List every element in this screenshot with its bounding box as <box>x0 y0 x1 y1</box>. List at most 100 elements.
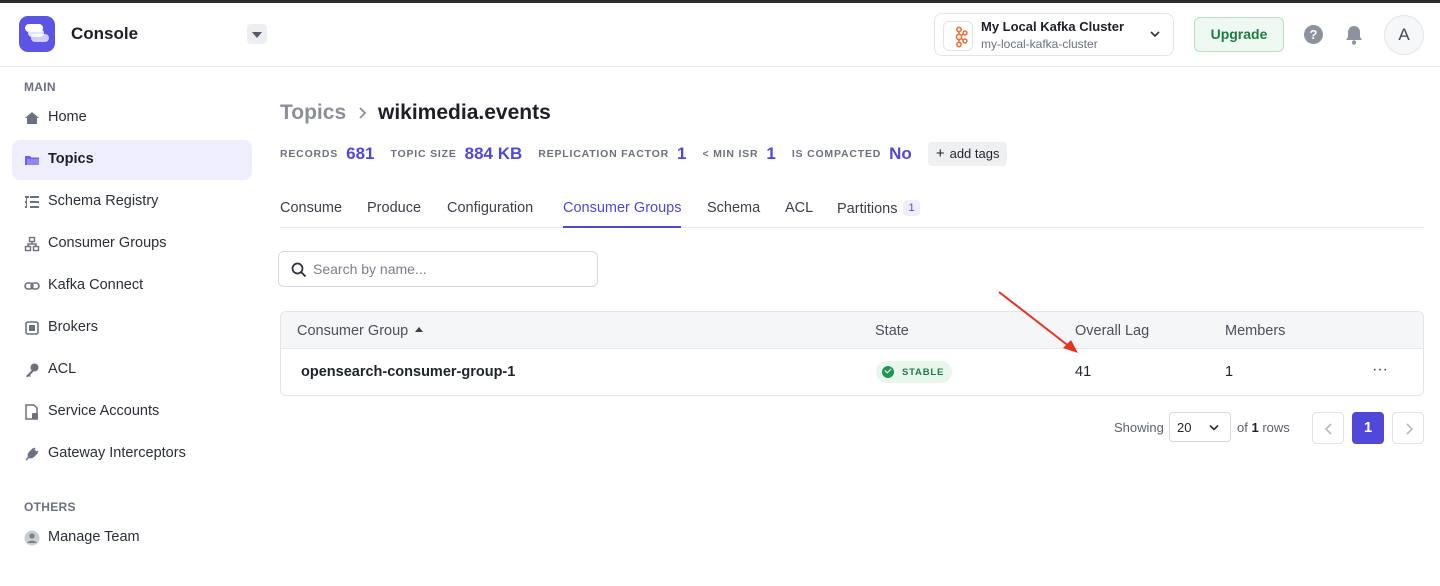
sidebar-section-others: OTHERS <box>24 500 76 514</box>
page-number-current[interactable]: 1 <box>1352 412 1384 444</box>
nav-dropdown-toggle[interactable] <box>247 24 267 44</box>
sidebar-item-label: Service Accounts <box>48 403 160 419</box>
avatar[interactable]: A <box>1384 15 1424 55</box>
stat-replication-label: REPLICATION FACTOR <box>538 148 669 160</box>
app-title: Console <box>71 24 139 43</box>
bell-icon[interactable] <box>1344 24 1364 46</box>
sidebar-item-label: Manage Team <box>48 529 140 545</box>
page-title: wikimedia.events <box>378 101 551 124</box>
cluster-selector[interactable]: My Local Kafka Cluster my-local-kafka-cl… <box>934 13 1174 56</box>
sidebar-item-manage-team[interactable]: Manage Team <box>12 518 252 558</box>
stat-compacted-value: No <box>889 144 912 163</box>
overall-lag-value: 41 <box>1075 364 1092 380</box>
of-label: of <box>1237 420 1248 435</box>
tab-schema[interactable]: Schema <box>707 200 760 228</box>
service-account-icon <box>25 404 38 420</box>
link-icon <box>24 282 40 290</box>
column-header-members[interactable]: Members <box>1225 323 1285 339</box>
stat-replication-value: 1 <box>676 144 687 163</box>
stat-compacted-label: IS COMPACTED <box>791 148 882 160</box>
chevron-down-icon <box>1209 424 1219 431</box>
add-tags-button[interactable]: + add tags <box>927 142 1008 166</box>
broker-icon <box>25 321 39 335</box>
chevron-down-icon <box>1150 31 1160 38</box>
next-page-button[interactable] <box>1392 412 1424 444</box>
console-logo-icon[interactable] <box>19 16 55 52</box>
sidebar-item-label: ACL <box>48 361 77 377</box>
tab-produce[interactable]: Produce <box>367 200 421 228</box>
sidebar-item-label: Topics <box>48 151 94 167</box>
sort-ascending-icon <box>415 327 424 332</box>
sidebar-item-label: Consumer Groups <box>48 235 167 251</box>
sidebar-item-consumer-groups[interactable]: Consumer Groups <box>12 224 252 264</box>
topic-tabs: Consume Produce Configuration Consumer G… <box>280 196 1424 228</box>
check-circle-icon <box>882 366 894 378</box>
stat-size-value: 884 KB <box>464 144 523 163</box>
rows-label: rows <box>1262 420 1290 435</box>
tab-partitions[interactable]: Partitions 1 <box>837 200 920 228</box>
sidebar-item-brokers[interactable]: Brokers <box>12 308 252 348</box>
stat-min-isr-label: < MIN ISR <box>702 148 759 160</box>
sidebar-item-topics[interactable]: Topics <box>12 140 252 180</box>
search-box[interactable] <box>278 251 598 287</box>
breadcrumb-parent[interactable]: Topics <box>280 101 346 125</box>
sidebar-item-kafka-connect[interactable]: Kafka Connect <box>12 266 252 306</box>
column-header-state[interactable]: State <box>875 323 909 339</box>
sidebar-item-label: Gateway Interceptors <box>48 445 186 461</box>
user-icon <box>24 530 40 546</box>
schema-icon <box>25 196 39 208</box>
sidebar-item-label: Home <box>48 109 87 125</box>
sidebar-item-acl[interactable]: ACL <box>12 350 252 390</box>
app-header: Console My Local Kafka Cluster my-local-… <box>0 3 1440 67</box>
sidebar-item-label: Kafka Connect <box>48 277 144 293</box>
sidebar-section-main: MAIN <box>24 80 56 94</box>
consumer-group-name[interactable]: opensearch-consumer-group-1 <box>301 364 515 380</box>
tab-consumer-groups[interactable]: Consumer Groups <box>563 200 682 228</box>
home-icon <box>25 112 39 124</box>
consumer-groups-icon <box>24 236 40 252</box>
tab-consume[interactable]: Consume <box>280 200 342 228</box>
status-badge-label: STABLE <box>902 366 945 378</box>
row-total: 1 <box>1251 420 1259 435</box>
table-row[interactable]: opensearch-consumer-group-1 STABLE 41 1 … <box>281 349 1423 395</box>
kafka-icon <box>943 21 973 51</box>
row-count: of 1 rows <box>1237 420 1290 435</box>
stat-records-label: RECORDS <box>280 148 339 160</box>
members-value: 1 <box>1225 364 1234 380</box>
tab-configuration[interactable]: Configuration <box>447 200 533 228</box>
sidebar: MAIN Home Topics Schema Registry Consume… <box>0 68 264 586</box>
column-header-consumer-group[interactable]: Consumer Group <box>297 323 424 339</box>
key-icon <box>26 363 39 378</box>
column-header-overall-lag[interactable]: Overall Lag <box>1075 323 1149 339</box>
stat-records-value: 681 <box>346 144 375 163</box>
partitions-count-badge: 1 <box>903 200 920 216</box>
sidebar-item-gateway-interceptors[interactable]: Gateway Interceptors <box>12 434 252 474</box>
stat-size-label: TOPIC SIZE <box>390 148 457 160</box>
topic-stats: RECORDS 681 TOPIC SIZE 884 KB REPLICATIO… <box>280 142 1008 166</box>
more-actions-icon[interactable]: ··· <box>1372 361 1388 379</box>
consumer-groups-table: Consumer Group State Overall Lag Members… <box>280 311 1424 396</box>
upgrade-button[interactable]: Upgrade <box>1194 17 1284 52</box>
previous-page-button[interactable] <box>1312 412 1344 444</box>
folder-icon <box>25 156 39 165</box>
table-header: Consumer Group State Overall Lag Members <box>281 312 1423 349</box>
tab-acl[interactable]: ACL <box>785 200 813 228</box>
help-icon[interactable]: ? <box>1304 25 1323 44</box>
stat-min-isr-value: 1 <box>766 144 776 163</box>
chevron-right-icon <box>359 107 367 119</box>
plus-icon: + <box>935 145 945 162</box>
status-badge: STABLE <box>876 361 953 383</box>
search-input[interactable] <box>313 258 583 280</box>
chevron-left-icon <box>1324 423 1332 435</box>
sidebar-item-service-accounts[interactable]: Service Accounts <box>12 392 252 432</box>
chevron-right-icon <box>1406 423 1414 435</box>
tab-partitions-label: Partitions <box>837 201 898 217</box>
plug-icon <box>25 447 39 461</box>
showing-label: Showing <box>1114 420 1164 435</box>
pagination: Showing 20 of 1 rows 1 <box>1114 412 1424 444</box>
sidebar-item-home[interactable]: Home <box>12 98 252 138</box>
sidebar-item-schema-registry[interactable]: Schema Registry <box>12 182 252 222</box>
sidebar-item-label: Brokers <box>48 319 98 335</box>
sidebar-item-label: Schema Registry <box>48 193 159 209</box>
page-size-select[interactable]: 20 <box>1169 412 1231 442</box>
